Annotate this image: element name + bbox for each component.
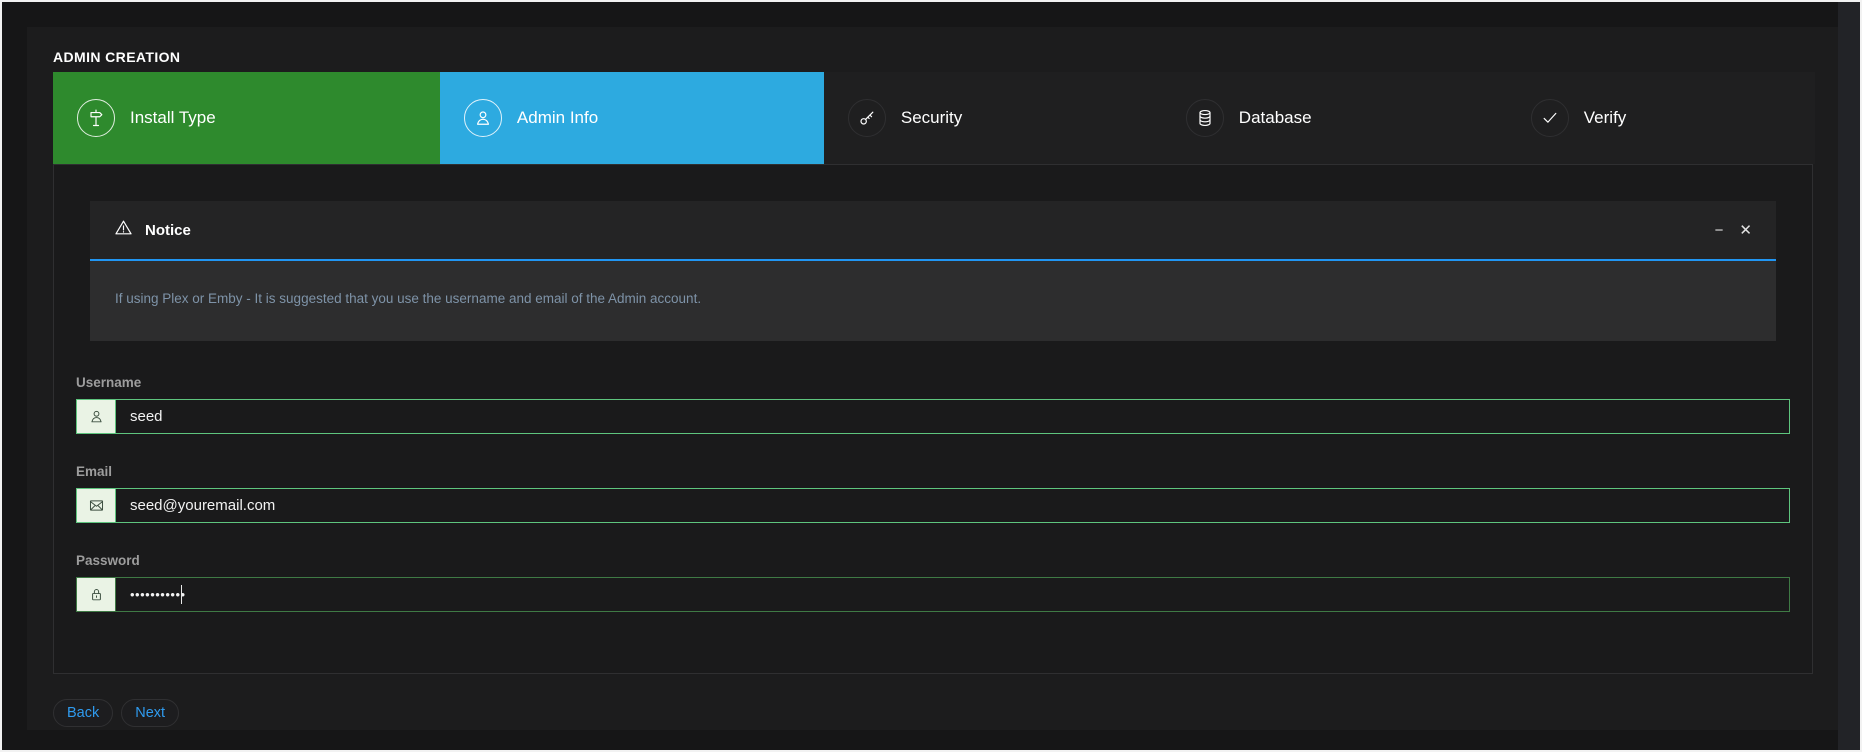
warning-icon <box>114 218 133 242</box>
password-input-group <box>76 577 1790 612</box>
tab-database[interactable]: Database <box>1162 72 1507 164</box>
page-title: ADMIN CREATION <box>53 49 1838 65</box>
user-icon <box>464 99 502 137</box>
tab-label: Verify <box>1584 108 1627 128</box>
password-field-block: Password <box>76 553 1790 612</box>
username-field-block: Username <box>76 375 1790 434</box>
close-icon[interactable]: ✕ <box>1739 223 1752 238</box>
tab-label: Security <box>901 108 962 128</box>
username-input-group <box>76 399 1790 434</box>
username-input[interactable] <box>115 399 1790 434</box>
notice-title: Notice <box>145 222 191 239</box>
username-label: Username <box>76 375 1790 390</box>
back-button[interactable]: Back <box>53 699 113 727</box>
wizard-step-tabs: Install Type Admin Info Security <box>53 72 1815 164</box>
password-label: Password <box>76 553 1790 568</box>
tab-label: Database <box>1239 108 1312 128</box>
admin-creation-page: { "page": { "title": "ADMIN CREATION" },… <box>0 0 1862 752</box>
setup-card: ADMIN CREATION Install Type Admin Info <box>27 27 1838 730</box>
wizard-actions: Back Next <box>53 699 1838 727</box>
signpost-icon <box>77 99 115 137</box>
text-caret <box>181 585 182 604</box>
envelope-icon <box>76 488 116 523</box>
password-input[interactable] <box>115 577 1790 612</box>
check-icon <box>1531 99 1569 137</box>
key-icon <box>848 99 886 137</box>
notice-panel: Notice − ✕ If using Plex or Emby - It is… <box>90 201 1776 341</box>
email-input-group <box>76 488 1790 523</box>
tab-verify[interactable]: Verify <box>1507 72 1815 164</box>
tab-security[interactable]: Security <box>824 72 1162 164</box>
next-button[interactable]: Next <box>121 699 179 727</box>
minimize-icon[interactable]: − <box>1715 223 1724 238</box>
email-field-block: Email <box>76 464 1790 523</box>
scrollbar-track[interactable] <box>1838 2 1860 750</box>
notice-header: Notice − ✕ <box>90 201 1776 261</box>
database-icon <box>1186 99 1224 137</box>
email-label: Email <box>76 464 1790 479</box>
tab-install-type[interactable]: Install Type <box>53 72 440 164</box>
tab-admin-info[interactable]: Admin Info <box>440 72 824 164</box>
notice-controls: − ✕ <box>1715 223 1752 238</box>
step-content-panel: Notice − ✕ If using Plex or Emby - It is… <box>53 164 1813 674</box>
user-icon <box>76 399 116 434</box>
email-input[interactable] <box>115 488 1790 523</box>
tab-label: Admin Info <box>517 108 598 128</box>
notice-message: If using Plex or Emby - It is suggested … <box>90 261 1776 341</box>
tab-label: Install Type <box>130 108 216 128</box>
lock-icon <box>76 577 116 612</box>
admin-form: Username Email <box>76 375 1790 612</box>
